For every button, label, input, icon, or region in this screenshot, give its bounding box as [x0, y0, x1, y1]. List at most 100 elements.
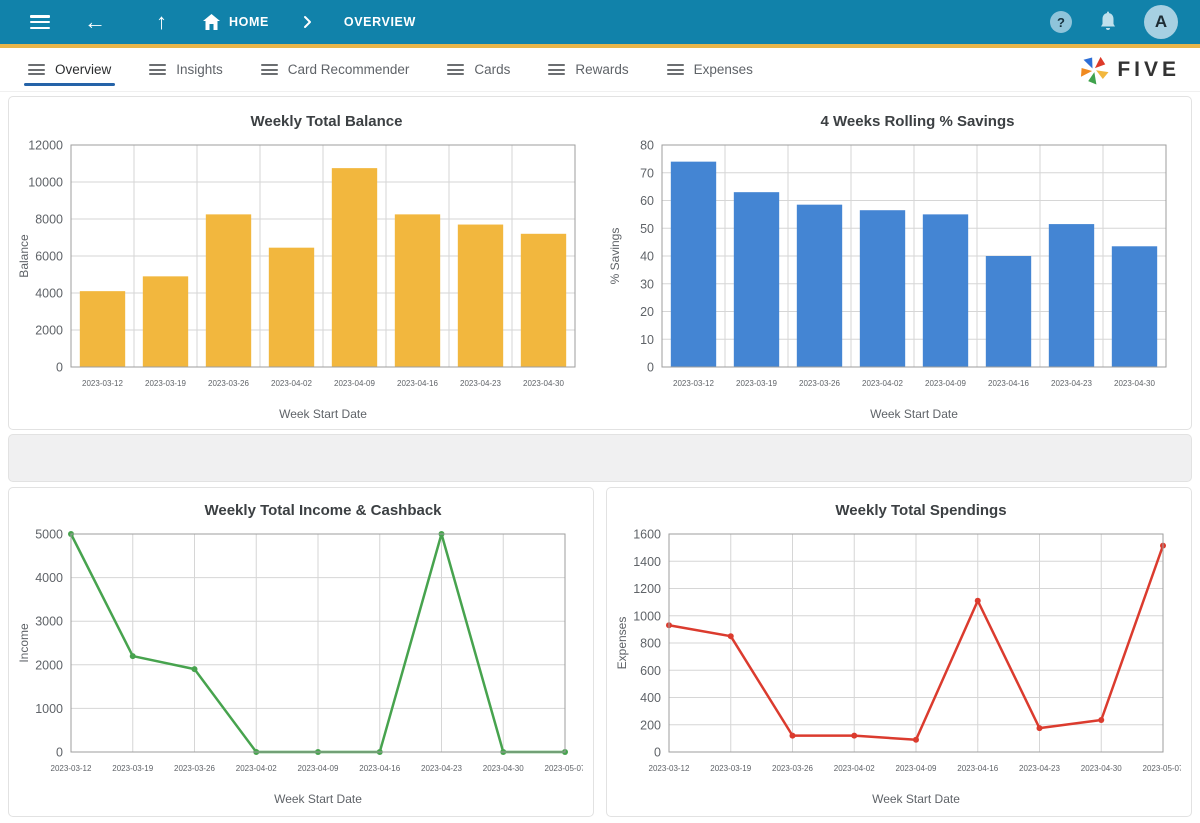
svg-text:800: 800: [640, 637, 661, 651]
svg-text:2023-04-23: 2023-04-23: [1019, 764, 1060, 773]
empty-filter-panel: [8, 434, 1192, 482]
notifications-bell-icon[interactable]: [1098, 11, 1118, 33]
svg-text:Balance: Balance: [17, 234, 31, 278]
svg-text:2023-03-19: 2023-03-19: [736, 379, 777, 388]
svg-text:40: 40: [640, 250, 654, 264]
bottom-charts-row: Weekly Total Income & Cashback 0 1000 2000…: [8, 487, 1192, 817]
hamburger-icon: [30, 15, 50, 29]
svg-text:2023-04-16: 2023-04-16: [988, 379, 1029, 388]
svg-text:2023-03-12: 2023-03-12: [82, 379, 123, 388]
svg-text:Week Start Date: Week Start Date: [872, 792, 960, 806]
svg-text:0: 0: [647, 361, 654, 375]
svg-text:5000: 5000: [35, 528, 63, 542]
tab-list-icon: [28, 64, 45, 75]
tab-label: Overview: [55, 62, 111, 77]
back-icon[interactable]: ←: [84, 11, 106, 33]
svg-text:2023-04-02: 2023-04-02: [236, 764, 277, 773]
svg-text:1000: 1000: [633, 609, 661, 623]
svg-text:200: 200: [640, 718, 661, 732]
svg-text:1000: 1000: [35, 702, 63, 716]
tab-insights[interactable]: Insights: [149, 48, 223, 91]
svg-text:80: 80: [640, 139, 654, 153]
svg-text:4000: 4000: [35, 287, 63, 301]
svg-text:2023-04-09: 2023-04-09: [925, 379, 966, 388]
savings-bar-chart: 010203040506070802023-03-122023-03-19202…: [600, 137, 1184, 425]
svg-text:2023-03-26: 2023-03-26: [208, 379, 249, 388]
svg-text:70: 70: [640, 166, 654, 180]
tab-label: Insights: [176, 62, 223, 77]
svg-text:4000: 4000: [35, 571, 63, 585]
svg-text:Week Start Date: Week Start Date: [274, 792, 362, 806]
svg-text:2023-04-30: 2023-04-30: [1114, 379, 1155, 388]
svg-text:2023-04-30: 2023-04-30: [1081, 764, 1122, 773]
spendings-line-chart: 020040060080010001200140016002023-03-122…: [607, 526, 1181, 810]
up-icon[interactable]: ↑: [156, 11, 167, 33]
tab-label: Rewards: [575, 62, 628, 77]
tab-list-icon: [149, 64, 166, 75]
help-icon[interactable]: ?: [1050, 11, 1072, 33]
svg-text:2000: 2000: [35, 658, 63, 672]
svg-text:10000: 10000: [28, 176, 63, 190]
tab-card-recommender[interactable]: Card Recommender: [261, 48, 410, 91]
tab-list-icon: [261, 64, 278, 75]
svg-text:2023-03-26: 2023-03-26: [174, 764, 215, 773]
tab-overview[interactable]: Overview: [28, 48, 111, 91]
dashboard-content: Weekly Total Balance 0200040006000800010…: [0, 92, 1200, 817]
chevron-right-icon: [303, 15, 312, 29]
svg-text:2023-03-19: 2023-03-19: [710, 764, 751, 773]
svg-text:2023-04-09: 2023-04-09: [896, 764, 937, 773]
svg-text:2023-04-09: 2023-04-09: [298, 764, 339, 773]
svg-text:2023-04-02: 2023-04-02: [834, 764, 875, 773]
svg-text:1600: 1600: [633, 528, 661, 542]
income-line-chart: 0100020003000400050002023-03-122023-03-1…: [9, 526, 583, 810]
tab-label: Cards: [474, 62, 510, 77]
tab-list-icon: [667, 64, 684, 75]
tab-rewards[interactable]: Rewards: [548, 48, 628, 91]
svg-text:2023-04-23: 2023-04-23: [460, 379, 501, 388]
menu-icon[interactable]: [30, 15, 50, 29]
avatar[interactable]: A: [1144, 5, 1178, 39]
tab-bar: Overview Insights Card Recommender Cards…: [0, 48, 1200, 92]
svg-text:12000: 12000: [28, 139, 63, 153]
svg-text:0: 0: [56, 361, 63, 375]
pinwheel-logo-icon: [1079, 55, 1109, 85]
brand-logo: FIVE: [1079, 55, 1180, 85]
svg-text:8000: 8000: [35, 213, 63, 227]
svg-text:0: 0: [56, 746, 63, 760]
chart-rolling-percent-savings: 4 Weeks Rolling % Savings 01020304050607…: [600, 97, 1191, 429]
chart-weekly-total-balance: Weekly Total Balance 0 2000 4000 6000 8000 10…: [9, 97, 600, 429]
svg-text:10: 10: [640, 333, 654, 347]
chart-title: Weekly Total Income & Cashback: [53, 496, 593, 526]
chart-title: 4 Weeks Rolling % Savings: [644, 107, 1191, 137]
home-icon[interactable]: [203, 14, 220, 30]
svg-text:2023-05-07: 2023-05-07: [545, 764, 583, 773]
svg-text:2000: 2000: [35, 324, 63, 338]
breadcrumb-home[interactable]: HOME: [229, 15, 269, 29]
svg-text:2023-03-12: 2023-03-12: [673, 379, 714, 388]
svg-text:2023-03-26: 2023-03-26: [799, 379, 840, 388]
svg-text:2023-04-16: 2023-04-16: [957, 764, 998, 773]
svg-text:2023-04-09: 2023-04-09: [334, 379, 375, 388]
balance-bar-chart: 0 2000 4000 6000 8000 10000 12000 2023-03-12 202…: [9, 137, 593, 425]
tab-label: Expenses: [694, 62, 753, 77]
tab-expenses[interactable]: Expenses: [667, 48, 753, 91]
svg-text:1200: 1200: [633, 582, 661, 596]
svg-text:2023-03-26: 2023-03-26: [772, 764, 813, 773]
tab-list-icon: [548, 64, 565, 75]
svg-text:2023-04-16: 2023-04-16: [359, 764, 400, 773]
brand-name: FIVE: [1117, 58, 1180, 82]
svg-text:2023-04-16: 2023-04-16: [397, 379, 438, 388]
svg-text:60: 60: [640, 194, 654, 208]
svg-text:Week Start Date: Week Start Date: [279, 407, 367, 421]
svg-text:2023-03-19: 2023-03-19: [145, 379, 186, 388]
svg-text:2023-03-12: 2023-03-12: [649, 764, 690, 773]
tab-cards[interactable]: Cards: [447, 48, 510, 91]
svg-text:Week Start Date: Week Start Date: [870, 407, 958, 421]
svg-text:50: 50: [640, 222, 654, 236]
chart-title: Weekly Total Balance: [53, 107, 600, 137]
svg-text:6000: 6000: [35, 250, 63, 264]
tab-list-icon: [447, 64, 464, 75]
svg-text:20: 20: [640, 305, 654, 319]
svg-text:3000: 3000: [35, 615, 63, 629]
svg-text:2023-04-02: 2023-04-02: [271, 379, 312, 388]
